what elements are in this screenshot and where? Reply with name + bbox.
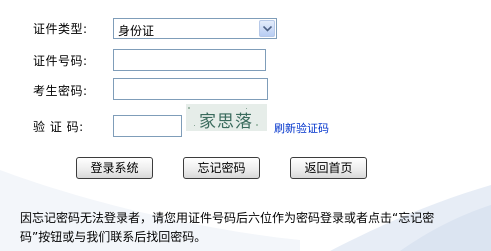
refresh-captcha-link[interactable]: 刷新验证码 [274, 120, 329, 136]
id-number-label: 证件号码: [33, 54, 88, 68]
captcha-image-text: 家思落 [199, 112, 253, 131]
id-type-label: 证件类型: [33, 22, 88, 36]
forgot-password-notice: 因忘记密码无法登录者，请您用证件号码后六位作为密码登录或者点击“忘记密码”按钮或… [20, 211, 435, 244]
id-number-input[interactable] [113, 49, 266, 71]
password-input[interactable] [113, 78, 268, 100]
captcha-input[interactable] [113, 115, 182, 137]
password-label: 考生密码: [33, 84, 88, 98]
id-type-selected-value: 身份证 [118, 24, 155, 38]
captcha-image: 家思落 [186, 104, 267, 131]
forgot-password-button[interactable]: 忘记密码 [183, 157, 260, 179]
login-button[interactable]: 登录系统 [76, 157, 153, 179]
id-type-select[interactable]: 身份证 [113, 18, 277, 39]
return-home-button[interactable]: 返回首页 [290, 157, 367, 179]
captcha-label: 验 证 码: [33, 120, 84, 134]
chevron-down-icon[interactable] [259, 20, 275, 37]
